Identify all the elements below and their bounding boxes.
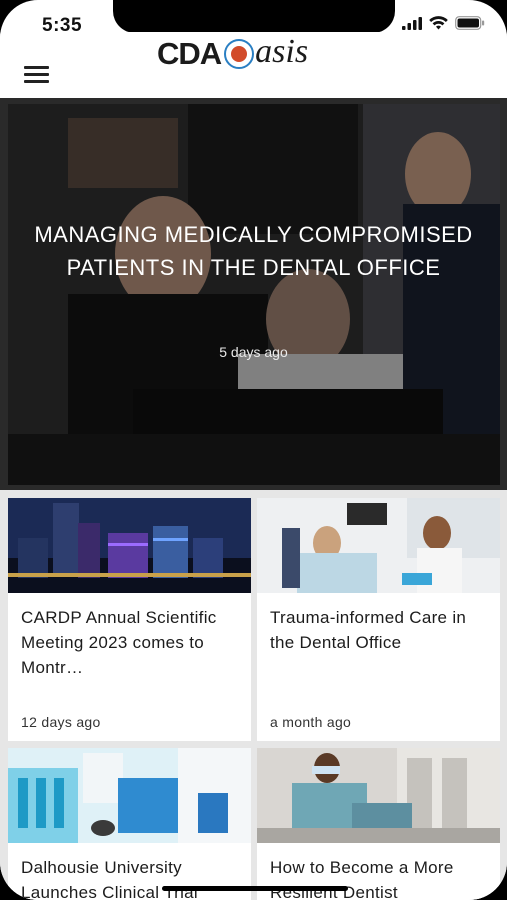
article-card[interactable]: Trauma-informed Care in the Dental Offic… bbox=[257, 498, 500, 741]
logo-text-asis: asis bbox=[255, 33, 309, 70]
article-card-title[interactable]: How to Become a More Resilient Dentist bbox=[270, 855, 492, 900]
device-notch bbox=[113, 0, 395, 33]
featured-article-photo bbox=[8, 104, 500, 485]
article-card-image bbox=[8, 498, 251, 593]
menu-button[interactable] bbox=[24, 66, 50, 83]
article-card-date: a month ago bbox=[270, 714, 352, 730]
app-screen: 5:35 CDA asis MANAGING MEDICALLY COMPROM… bbox=[0, 0, 507, 900]
article-feed[interactable]: MANAGING MEDICALLY COMPROMISED PATIENTS … bbox=[0, 98, 507, 900]
article-card[interactable]: How to Become a More Resilient Dentist bbox=[257, 748, 500, 900]
article-card-date: 12 days ago bbox=[21, 714, 101, 730]
featured-article-title[interactable]: MANAGING MEDICALLY COMPROMISED PATIENTS … bbox=[30, 218, 477, 284]
featured-article-date: 5 days ago bbox=[219, 344, 288, 360]
cda-oasis-logo: CDA asis bbox=[157, 33, 309, 74]
status-icons bbox=[402, 16, 485, 30]
cellular-signal-icon bbox=[402, 16, 422, 30]
article-card-title[interactable]: CARDP Annual Scientific Meeting 2023 com… bbox=[21, 605, 243, 680]
logo-emblem-icon bbox=[224, 39, 255, 69]
article-card-title[interactable]: Dalhousie University Launches Clinical T… bbox=[21, 855, 243, 900]
battery-icon bbox=[455, 16, 485, 30]
hamburger-menu-icon bbox=[24, 66, 50, 83]
featured-article[interactable]: MANAGING MEDICALLY COMPROMISED PATIENTS … bbox=[0, 98, 507, 490]
logo-text-cda: CDA bbox=[157, 36, 222, 71]
article-card[interactable]: Dalhousie University Launches Clinical T… bbox=[8, 748, 251, 900]
article-card-title[interactable]: Trauma-informed Care in the Dental Offic… bbox=[270, 605, 492, 655]
home-indicator[interactable] bbox=[162, 886, 348, 891]
app-header: CDA asis bbox=[0, 32, 507, 98]
article-card-image bbox=[257, 748, 500, 843]
article-card-image bbox=[8, 748, 251, 843]
wifi-icon bbox=[429, 16, 448, 30]
article-card[interactable]: CARDP Annual Scientific Meeting 2023 com… bbox=[8, 498, 251, 741]
article-card-image bbox=[257, 498, 500, 593]
